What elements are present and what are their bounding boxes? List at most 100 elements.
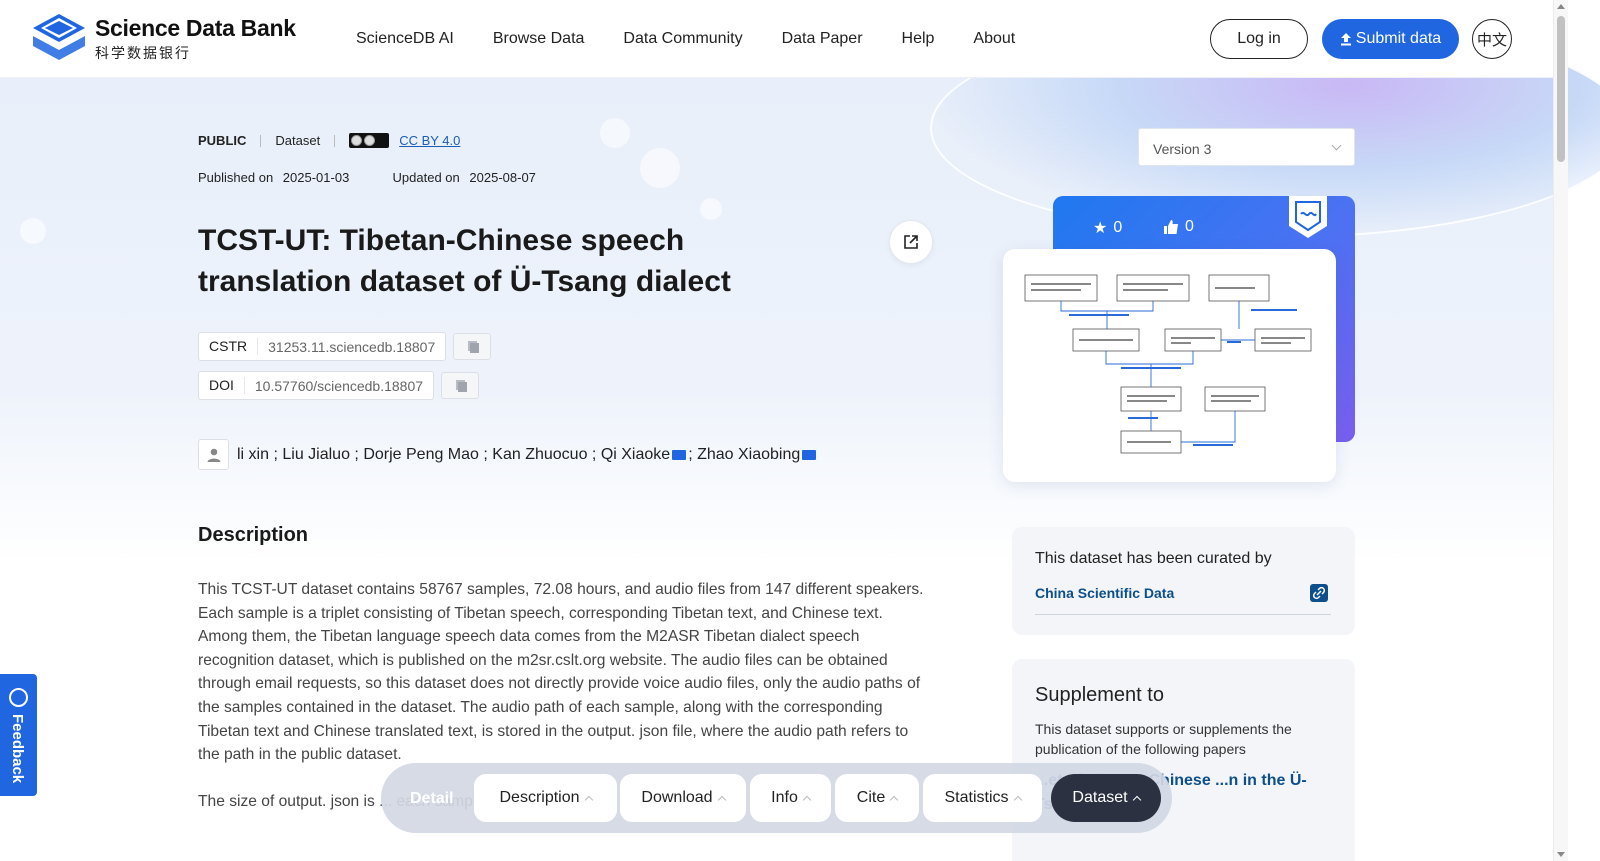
site-logo[interactable]: Science Data Bank 科学数据银行 <box>31 12 296 66</box>
scroll-up-arrow-icon[interactable] <box>1557 4 1565 9</box>
like-count-value: 0 <box>1185 218 1194 235</box>
submit-data-button[interactable]: Submit data <box>1322 19 1459 59</box>
chevron-down-icon <box>1331 140 1342 151</box>
curation-card: This dataset has been curated by China S… <box>1012 527 1355 635</box>
author-name[interactable]: Liu Jialuo <box>282 446 350 464</box>
published-label: Published on <box>198 170 274 185</box>
email-icon[interactable] <box>672 449 687 460</box>
chevron-up-icon <box>889 795 899 804</box>
feedback-tab[interactable]: Feedback <box>0 674 37 796</box>
share-button[interactable] <box>889 220 933 264</box>
updated-label: Updated on <box>392 170 460 185</box>
tab-description[interactable]: Description <box>474 774 617 822</box>
cstr-label: CSTR <box>199 338 259 355</box>
tab-label: Statistics <box>944 789 1009 806</box>
cc-license-icon <box>349 133 390 148</box>
language-toggle[interactable]: 中文 <box>1472 19 1512 59</box>
tab-label: Description <box>499 789 580 806</box>
cstr-row: CSTR 31253.11.sciencedb.18807 <box>198 332 492 361</box>
chevron-up-icon <box>1132 795 1141 804</box>
logo-subtitle: 科学数据银行 <box>95 45 191 61</box>
feedback-icon <box>9 688 28 707</box>
divider <box>260 134 262 147</box>
feedback-label: Feedback <box>9 714 26 784</box>
author-name[interactable]: Dorje Peng Mao <box>363 446 479 464</box>
page-scrollbar[interactable] <box>1553 0 1568 861</box>
author-avatar-icon <box>198 439 229 470</box>
thumbs-up-icon <box>1164 220 1178 234</box>
toolbar-detail-label: Detail <box>410 790 454 807</box>
dataset-meta-row: PUBLIC Dataset CC BY 4.0 <box>198 133 460 148</box>
scroll-down-arrow-icon[interactable] <box>1557 852 1565 857</box>
molecule-decoration <box>640 148 680 188</box>
access-level: PUBLIC <box>198 133 247 148</box>
star-count[interactable]: ★ 0 <box>1093 218 1122 238</box>
tab-label: Download <box>641 789 713 806</box>
curated-title: This dataset has been curated by <box>1035 550 1272 567</box>
tab-label: Dataset <box>1072 789 1128 806</box>
author-name[interactable]: Zhao Xiaobing <box>697 446 800 464</box>
license-link[interactable]: CC BY 4.0 <box>399 133 460 148</box>
nav-help[interactable]: Help <box>902 30 935 48</box>
author-name[interactable]: Kan Zhuocuo <box>492 446 587 464</box>
main-nav: ScienceDB AI Browse Data Data Community … <box>356 30 1054 48</box>
doi-row: DOI 10.57760/sciencedb.18807 <box>198 371 480 400</box>
submit-data-label: Submit data <box>1355 30 1442 47</box>
doi-field: DOI 10.57760/sciencedb.18807 <box>198 371 435 400</box>
dataset-thumbnail[interactable] <box>1003 249 1336 482</box>
nav-data-community[interactable]: Data Community <box>623 30 742 48</box>
cstr-value: 31253.11.sciencedb.18807 <box>268 338 436 355</box>
upload-icon <box>1340 32 1351 45</box>
description-heading: Description <box>198 524 309 546</box>
cstr-field: CSTR 31253.11.sciencedb.18807 <box>198 332 447 361</box>
star-count-value: 0 <box>1113 219 1123 236</box>
author-list: li xin ; Liu Jialuo ; Dorje Peng Mao ; K… <box>198 439 818 470</box>
sciencedb-badge-icon <box>1289 196 1327 238</box>
scroll-thumb[interactable] <box>1557 16 1565 162</box>
doi-label: DOI <box>199 377 245 394</box>
chevron-up-icon <box>802 795 812 804</box>
copy-doi-button[interactable] <box>441 372 480 399</box>
email-icon[interactable] <box>802 449 817 460</box>
chevron-up-icon <box>584 795 593 804</box>
nav-data-paper[interactable]: Data Paper <box>782 30 863 48</box>
published-date: 2025-01-03 <box>282 170 350 185</box>
version-value: Version 3 <box>1153 141 1212 157</box>
author-name[interactable]: Qi Xiaoke <box>601 446 670 464</box>
section-toolbar: Detail Description Download Info Cite St… <box>381 763 1172 833</box>
molecule-decoration <box>600 118 630 148</box>
tab-cite[interactable]: Cite <box>835 774 919 822</box>
nav-sciencedb-ai[interactable]: ScienceDB AI <box>356 30 454 48</box>
logo-icon <box>33 14 85 60</box>
login-button[interactable]: Log in <box>1210 19 1308 59</box>
chevron-up-icon <box>1013 795 1022 804</box>
dates-row: Published on 2025-01-03 Updated on 2025-… <box>198 170 542 185</box>
external-link-icon <box>904 235 918 249</box>
curator-link[interactable]: China Scientific Data <box>1035 585 1174 601</box>
version-select[interactable]: Version 3 <box>1138 128 1355 166</box>
star-icon: ★ <box>1093 220 1108 237</box>
chevron-up-icon <box>717 795 726 804</box>
doi-value: 10.57760/sciencedb.18807 <box>254 377 424 394</box>
link-icon[interactable] <box>1310 584 1328 602</box>
tab-label: Info <box>771 789 798 806</box>
updated-date: 2025-08-07 <box>469 170 536 185</box>
tab-download[interactable]: Download <box>620 774 746 822</box>
like-count[interactable]: 0 <box>1164 218 1194 236</box>
tab-dataset[interactable]: Dataset <box>1051 774 1161 822</box>
nav-browse-data[interactable]: Browse Data <box>493 30 585 48</box>
tab-label: Cite <box>856 789 886 806</box>
site-header: Science Data Bank 科学数据银行 ScienceDB AI Br… <box>0 0 1553 78</box>
tab-info[interactable]: Info <box>750 774 831 822</box>
description-text: This TCST-UT dataset contains 58767 samp… <box>198 581 924 764</box>
flowchart-thumbnail-image <box>1024 274 1312 454</box>
divider <box>1035 614 1331 615</box>
tab-statistics[interactable]: Statistics <box>923 774 1042 822</box>
copy-cstr-button[interactable] <box>453 333 492 360</box>
dataset-title: TCST-UT: Tibetan-Chinese speech translat… <box>198 224 731 298</box>
logo-title: Science Data Bank <box>95 15 296 41</box>
nav-about[interactable]: About <box>973 30 1015 48</box>
supplement-description: This dataset supports or supplements the… <box>1035 721 1292 757</box>
author-name[interactable]: li xin <box>237 446 269 464</box>
supplement-title: Supplement to <box>1035 684 1164 706</box>
